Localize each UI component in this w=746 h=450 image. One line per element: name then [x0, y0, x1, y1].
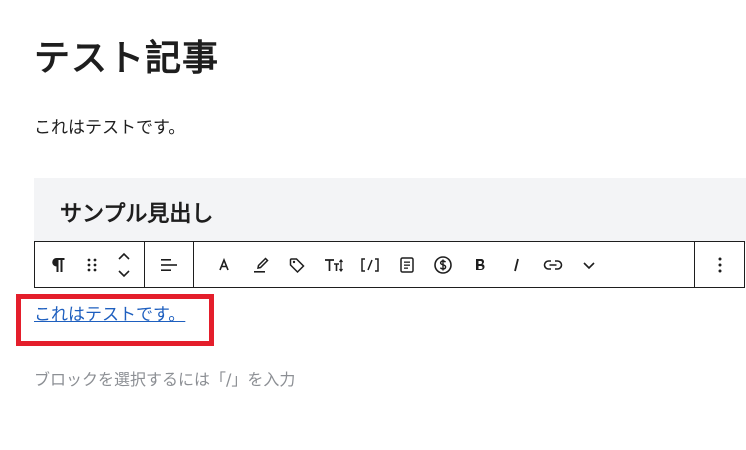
move-down-button[interactable] [117, 265, 131, 281]
drag-handle-button[interactable] [75, 242, 109, 287]
font-icon [216, 257, 232, 273]
italic-icon [510, 257, 522, 273]
red-highlight-box [16, 294, 214, 346]
tag-button[interactable] [279, 242, 316, 287]
link-icon [543, 258, 563, 272]
toolbar-block-group [35, 242, 145, 287]
align-button[interactable] [152, 242, 186, 287]
document-icon [399, 256, 415, 274]
block-editor-canvas: テスト記事 これはテストです。 サンプル見出し これはテストです。 ブロックを選… [0, 0, 746, 450]
paragraph-block[interactable]: これはテストです。 [34, 116, 185, 140]
bold-icon [473, 257, 487, 273]
vertical-ellipsis-icon [717, 256, 723, 274]
chevron-up-icon [118, 252, 130, 260]
align-left-icon [160, 257, 178, 273]
options-button[interactable] [703, 242, 737, 287]
paragraph-icon [50, 256, 66, 274]
block-mover [109, 242, 139, 287]
post-title[interactable]: テスト記事 [34, 32, 219, 86]
dollar-button[interactable] [425, 242, 462, 287]
more-formats-icon [582, 258, 596, 272]
shortcode-button[interactable] [352, 242, 389, 287]
chevron-down-icon [118, 269, 130, 277]
link-button[interactable] [535, 242, 572, 287]
block-placeholder[interactable]: ブロックを選択するには「/」を入力 [34, 368, 295, 392]
document-button[interactable] [389, 242, 426, 287]
shortcode-icon [360, 257, 380, 273]
more-formats-button[interactable] [571, 242, 608, 287]
heading-block[interactable]: サンプル見出し [34, 178, 746, 244]
block-type-button[interactable] [41, 242, 75, 287]
tag-icon [288, 256, 306, 274]
toolbar-options-group [695, 242, 744, 287]
toolbar-align-group [145, 242, 194, 287]
italic-button[interactable] [498, 242, 535, 287]
drag-handle-icon [86, 257, 98, 273]
font-size-button[interactable] [316, 242, 353, 287]
bold-button[interactable] [462, 242, 499, 287]
highlight-button[interactable] [243, 242, 280, 287]
dollar-icon [433, 255, 453, 275]
move-up-button[interactable] [117, 249, 131, 265]
text-color-button[interactable] [206, 242, 243, 287]
highlight-icon [252, 256, 270, 274]
toolbar-format-group [194, 242, 695, 287]
font-size-icon [324, 257, 344, 273]
heading-text[interactable]: サンプル見出し [60, 200, 213, 230]
block-toolbar [34, 241, 745, 288]
